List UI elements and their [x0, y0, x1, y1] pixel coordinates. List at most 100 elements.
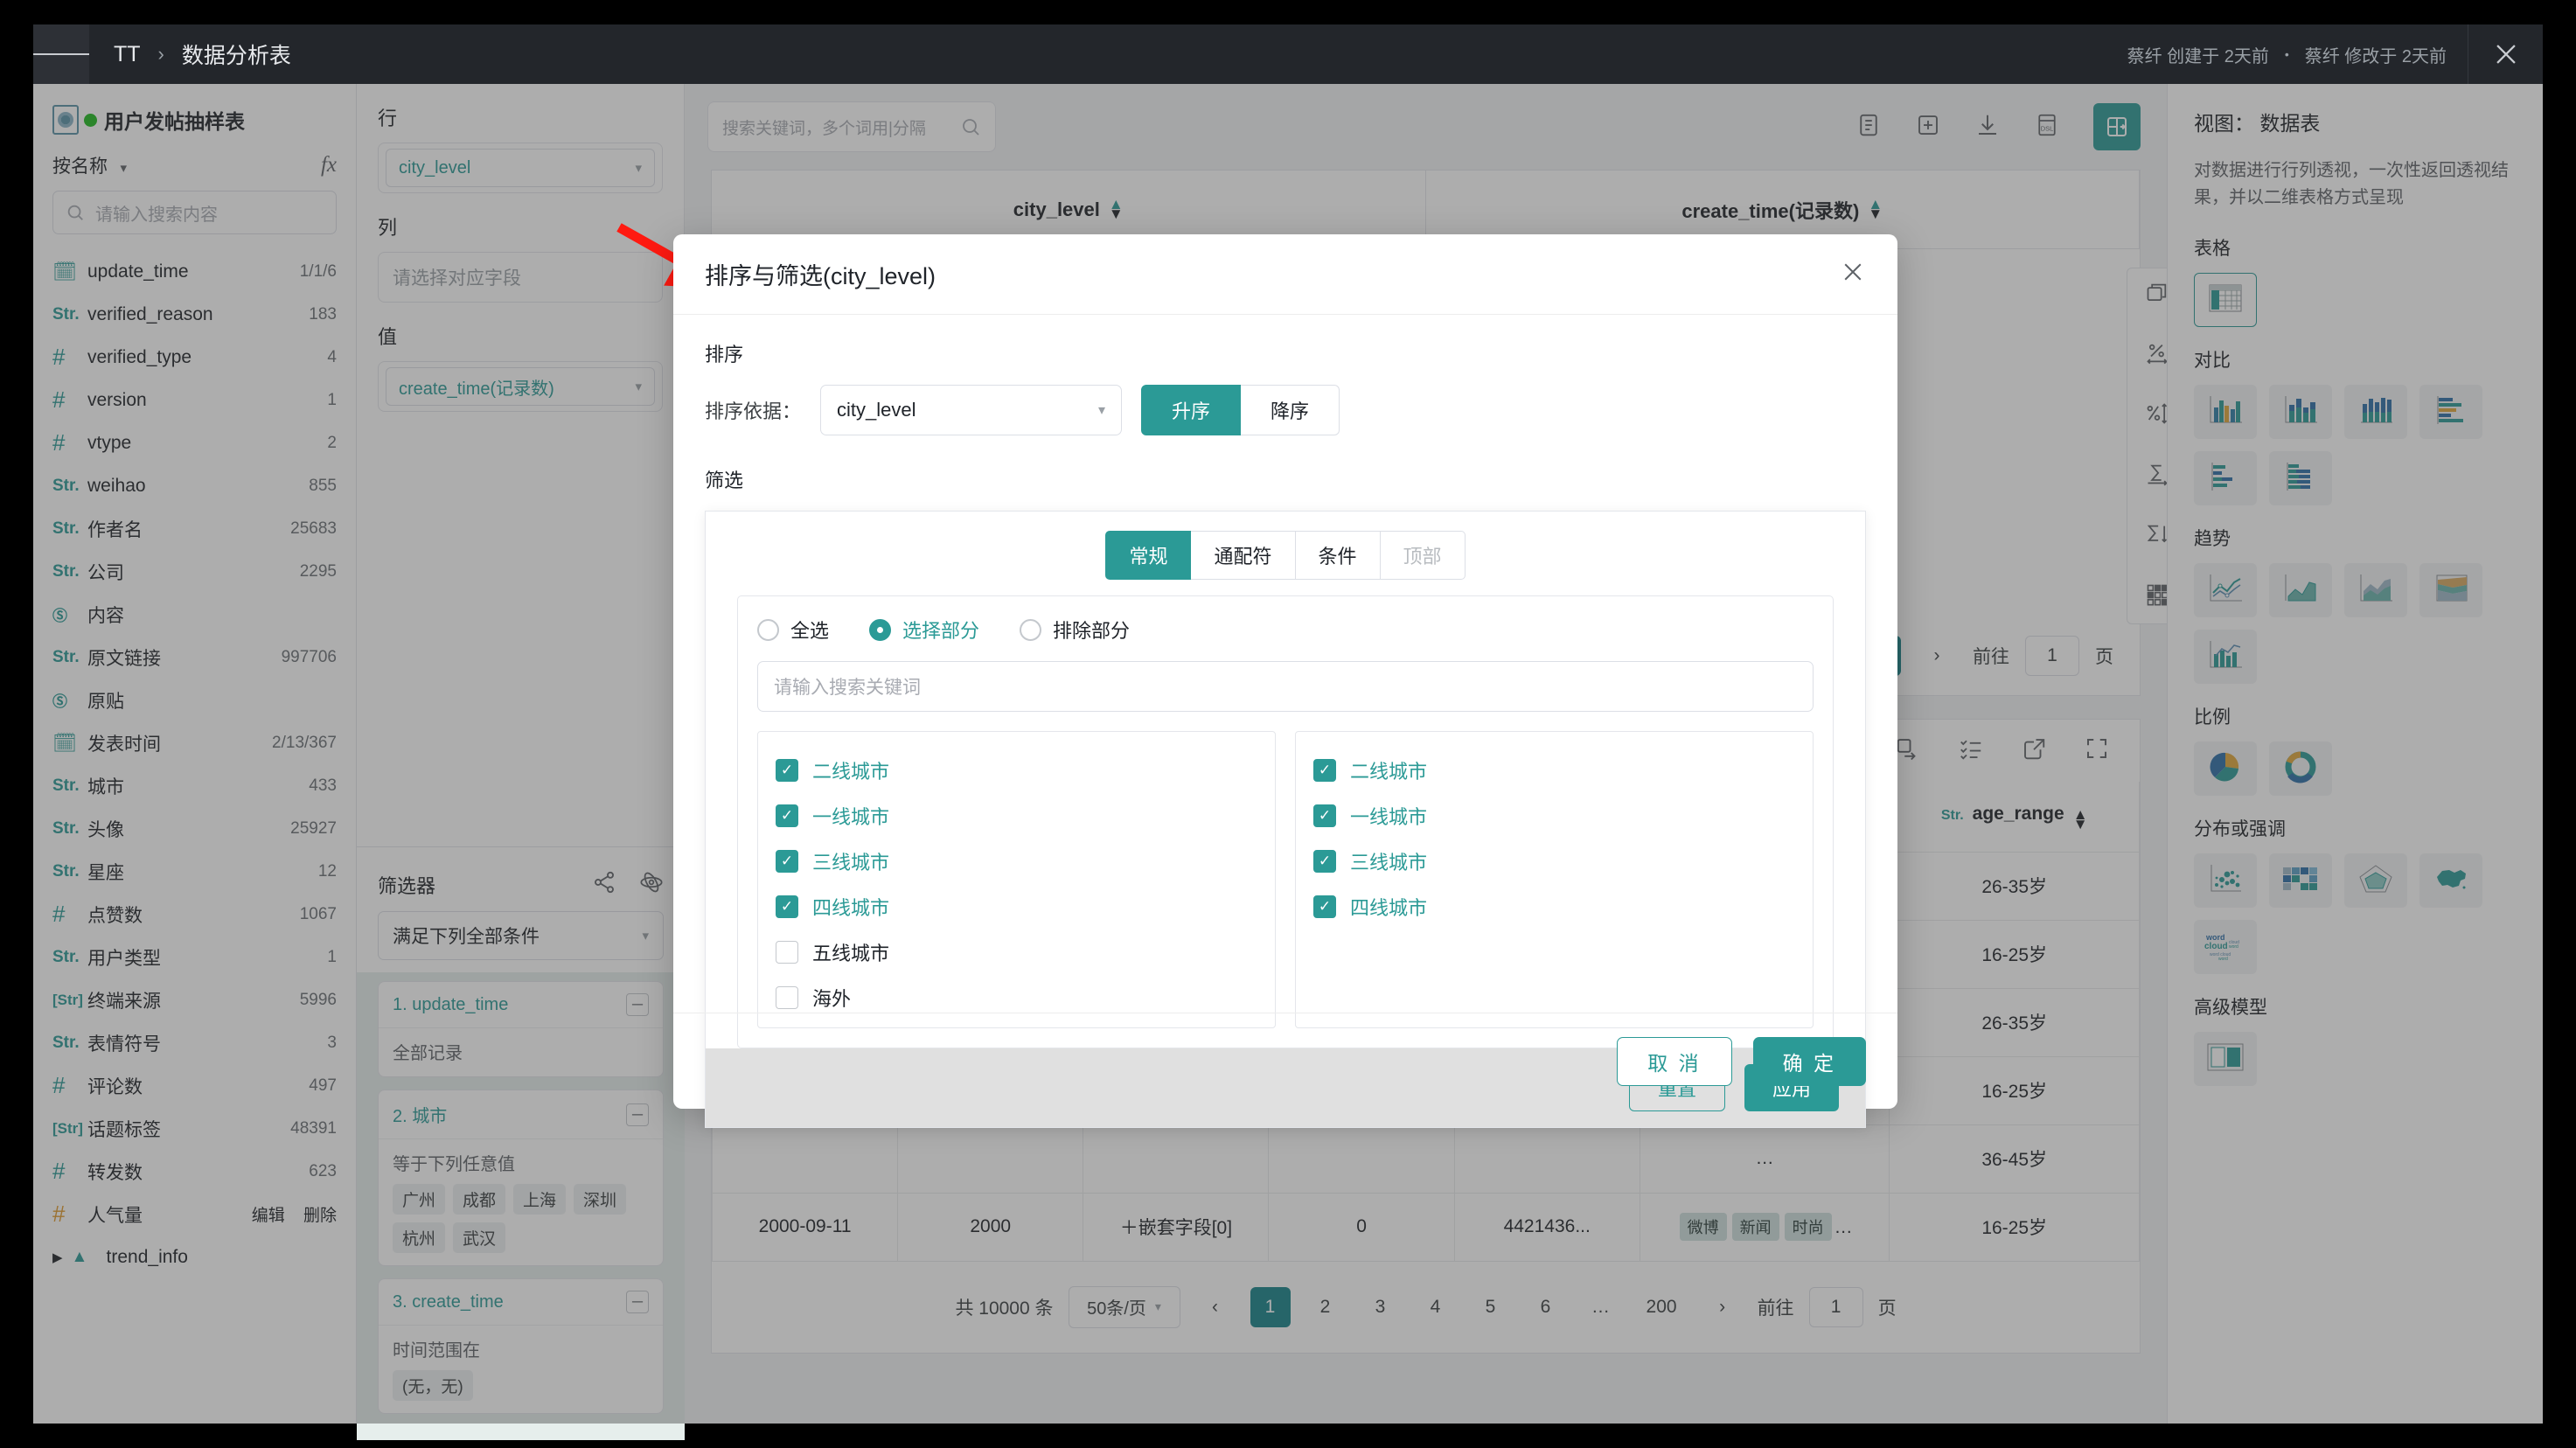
collapse-icon[interactable]: ─ — [626, 1291, 649, 1313]
chart-type-line-chart-icon[interactable] — [2194, 563, 2257, 617]
checkbox-icon[interactable] — [776, 986, 798, 1009]
chart-type-heatmap-icon[interactable] — [2269, 853, 2332, 908]
grid-dots-icon[interactable] — [2145, 582, 2169, 611]
dialog-close-button[interactable] — [1840, 259, 1866, 289]
filter-mode-radio[interactable]: 排除部分 — [1020, 616, 1130, 644]
pivot-icon[interactable] — [2093, 103, 2141, 150]
chart-type-stacked-hbar-icon[interactable] — [2269, 451, 2332, 505]
selected-option-row[interactable]: ✓ 四线城市 — [1313, 884, 1795, 929]
sort-desc-button[interactable]: 降序 — [1241, 385, 1340, 435]
chart-type-hbar-icon[interactable] — [2194, 451, 2257, 505]
field-row[interactable]: # vtype 2 — [33, 421, 356, 464]
checkbox-icon[interactable]: ✓ — [776, 804, 798, 827]
confirm-button[interactable]: 确 定 — [1752, 1036, 1866, 1086]
breadcrumb-root[interactable]: TT — [114, 42, 141, 67]
filter-item[interactable]: 2. 城市 ─ 等于下列任意值 广州 成都 上海 深圳 杭州 武汉 — [378, 1089, 664, 1266]
chart-type-scatter-icon[interactable] — [2194, 853, 2257, 908]
chart-type-combo-chart-icon[interactable] — [2194, 630, 2257, 684]
percent-horizontal-icon[interactable] — [2145, 341, 2169, 370]
sum-horizontal-icon[interactable] — [2145, 462, 2169, 491]
checkbox-icon[interactable]: ✓ — [776, 759, 798, 782]
close-button[interactable] — [2468, 24, 2543, 84]
sort-toggle-icon[interactable]: ▲▼ — [1109, 197, 1124, 220]
field-row-popularity[interactable]: # 人气量 编辑 删除 — [33, 1193, 356, 1236]
page-number[interactable]: 3 — [1361, 1287, 1401, 1327]
checkbox-icon[interactable]: ✓ — [1313, 804, 1336, 827]
atom-icon[interactable] — [639, 870, 664, 899]
chevron-down-icon[interactable]: ▾ — [635, 160, 642, 176]
selected-option-row[interactable]: ✓ 一线城市 — [1313, 793, 1795, 839]
field-row[interactable]: # verified_type 4 — [33, 336, 356, 379]
field-row[interactable]: Str. 表情符号 3 — [33, 1021, 356, 1064]
value-field-slot[interactable]: create_time(记录数) ▾ — [378, 361, 663, 412]
chart-type-pie-chart-icon[interactable] — [2194, 741, 2257, 796]
filter-tab[interactable]: 条件 — [1295, 531, 1381, 580]
expander-icon[interactable]: ▶ — [52, 1250, 63, 1265]
filter-keyword-input[interactable]: 请输入搜索关键词 — [757, 661, 1814, 712]
table-row[interactable]: 2000-09-11 2000 ＋嵌套字段[0] 0 4421436... 微博 新闻 时尚…… — [711, 1192, 2140, 1262]
share-icon[interactable] — [592, 870, 616, 899]
filter-mode-radio[interactable]: 全选 — [757, 616, 829, 644]
checkbox-icon[interactable]: ✓ — [1313, 895, 1336, 918]
table-row[interactable]: … 36-45岁 — [711, 1124, 2140, 1194]
fullscreen-icon[interactable] — [2084, 735, 2110, 766]
available-option-row[interactable]: ✓ 四线城市 — [776, 884, 1257, 929]
chart-type-donut-chart-icon[interactable] — [2269, 741, 2332, 796]
chart-type-map-china-icon[interactable] — [2419, 853, 2482, 908]
formula-icon[interactable]: fx — [321, 153, 337, 178]
checkbox-icon[interactable]: ✓ — [776, 895, 798, 918]
page-size-select[interactable]: 50条/页 ▾ — [1068, 1285, 1180, 1328]
page-number[interactable]: … — [1581, 1287, 1621, 1327]
checkbox-icon[interactable]: ✓ — [1313, 850, 1336, 873]
copy-icon[interactable] — [1895, 735, 1921, 766]
grid-col-header[interactable]: Str. age_range ▲ ▼ — [1889, 782, 2140, 853]
filter-mode-radio[interactable]: 选择部分 — [869, 616, 979, 644]
field-row[interactable]: Str. 用户类型 1 — [33, 936, 356, 978]
page-number[interactable]: 4 — [1416, 1287, 1456, 1327]
page-number[interactable]: 2 — [1305, 1287, 1346, 1327]
selected-option-row[interactable]: ✓ 三线城市 — [1313, 839, 1795, 884]
checkbox-icon[interactable]: ✓ — [776, 850, 798, 873]
chevron-down-icon[interactable]: ▾ — [635, 379, 642, 394]
chart-type-area-chart-icon[interactable] — [2269, 563, 2332, 617]
chart-type-table-chart-icon[interactable] — [2194, 273, 2257, 327]
hamburger-icon[interactable] — [33, 24, 89, 84]
percent-vertical-icon[interactable] — [2145, 401, 2169, 430]
field-row[interactable]: Str. weihao 855 — [33, 464, 356, 507]
goto-page-input[interactable]: 1 — [1808, 1286, 1863, 1327]
field-row[interactable]: Str. 公司 2295 — [33, 550, 356, 593]
checklist-icon[interactable] — [1958, 735, 1984, 766]
sort-toggle-icon[interactable]: ▲▼ — [2073, 808, 2088, 832]
field-row[interactable]: # 点赞数 1067 — [33, 893, 356, 936]
available-option-row[interactable]: ✓ 二线城市 — [776, 748, 1257, 793]
collapse-icon[interactable]: ─ — [626, 1103, 649, 1126]
sort-field-select[interactable]: city_level ▾ — [820, 385, 1123, 435]
field-row[interactable]: [Str] 话题标签 48391 — [33, 1107, 356, 1150]
available-option-row[interactable]: 五线城市 — [776, 929, 1257, 975]
chart-type-column-stack-icon[interactable] — [2344, 385, 2407, 439]
download-icon[interactable] — [1974, 112, 2001, 143]
field-row[interactable]: [Str] 终端来源 5996 — [33, 978, 356, 1021]
checkbox-icon[interactable]: ✓ — [1313, 759, 1336, 782]
chart-type-word-cloud-icon[interactable]: word cloud cloud word word cloud word — [2194, 920, 2257, 974]
field-row[interactable]: # 评论数 497 — [33, 1064, 356, 1107]
filter-condition-mode[interactable]: 满足下列全部条件 ▾ — [378, 911, 664, 960]
chart-type-dual-panel-icon[interactable] — [2194, 1032, 2257, 1086]
field-row[interactable]: Str. 星座 12 — [33, 850, 356, 893]
field-row[interactable]: Str. 作者名 25683 — [33, 507, 356, 550]
page-number[interactable]: 6 — [1526, 1287, 1566, 1327]
sort-asc-button[interactable]: 升序 — [1141, 385, 1242, 435]
field-row[interactable]: 🗓 发表时间 2/13/367 — [33, 721, 356, 764]
available-option-row[interactable]: ✓ 一线城市 — [776, 793, 1257, 839]
prev-page-button[interactable]: ‹ — [1195, 1287, 1236, 1327]
chart-type-stacked-bar-icon[interactable] — [2269, 385, 2332, 439]
edit-link[interactable]: 编辑 — [252, 1207, 285, 1225]
list-icon[interactable] — [1855, 112, 1882, 143]
field-tree-node[interactable]: ▶ ▲ trend_info — [33, 1236, 356, 1278]
dsl-icon[interactable]: DSL — [2034, 112, 2060, 143]
collapse-icon[interactable]: ─ — [626, 993, 649, 1016]
checkbox-icon[interactable] — [776, 941, 798, 964]
chart-type-radar-icon[interactable] — [2344, 853, 2407, 908]
chart-type-grouped-bar-icon[interactable] — [2194, 385, 2257, 439]
field-row[interactable]: Str. 原文链接 997706 — [33, 636, 356, 679]
